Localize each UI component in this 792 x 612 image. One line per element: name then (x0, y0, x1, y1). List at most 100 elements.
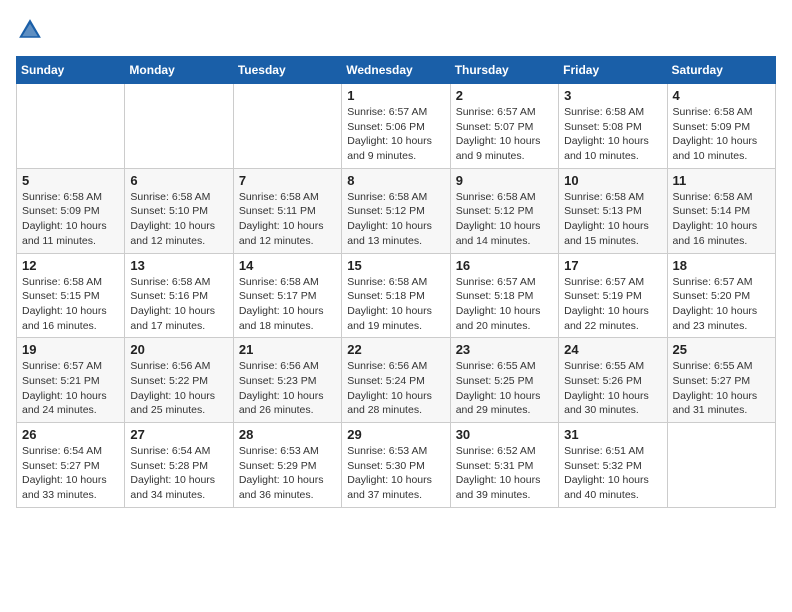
day-info: Sunrise: 6:52 AM Sunset: 5:31 PM Dayligh… (456, 444, 553, 503)
calendar-cell (17, 84, 125, 169)
calendar-cell (125, 84, 233, 169)
calendar-cell (667, 423, 775, 508)
day-number: 30 (456, 427, 553, 442)
calendar-cell: 3 Sunrise: 6:58 AM Sunset: 5:08 PM Daylig… (559, 84, 667, 169)
day-info: Sunrise: 6:58 AM Sunset: 5:12 PM Dayligh… (347, 190, 444, 249)
day-info: Sunrise: 6:58 AM Sunset: 5:10 PM Dayligh… (130, 190, 227, 249)
day-info: Sunrise: 6:57 AM Sunset: 5:18 PM Dayligh… (456, 275, 553, 334)
day-info: Sunrise: 6:57 AM Sunset: 5:19 PM Dayligh… (564, 275, 661, 334)
calendar-week-row: 1Sunrise: 6:57 AM Sunset: 5:06 PM Daylig… (17, 84, 776, 169)
day-number: 4 (673, 88, 770, 103)
calendar-cell: 11 Sunrise: 6:58 AM Sunset: 5:14 PM Dayli… (667, 168, 775, 253)
day-info: Sunrise: 6:58 AM Sunset: 5:08 PM Dayligh… (564, 105, 661, 164)
calendar-cell: 1Sunrise: 6:57 AM Sunset: 5:06 PM Daylig… (342, 84, 450, 169)
day-info: Sunrise: 6:51 AM Sunset: 5:32 PM Dayligh… (564, 444, 661, 503)
day-number: 14 (239, 258, 336, 273)
day-info: Sunrise: 6:58 AM Sunset: 5:09 PM Dayligh… (22, 190, 119, 249)
calendar-cell: 28 Sunrise: 6:53 AM Sunset: 5:29 PM Dayli… (233, 423, 341, 508)
calendar-body: 1Sunrise: 6:57 AM Sunset: 5:06 PM Daylig… (17, 84, 776, 508)
day-number: 31 (564, 427, 661, 442)
calendar-week-row: 5 Sunrise: 6:58 AM Sunset: 5:09 PM Daylig… (17, 168, 776, 253)
calendar-cell: 24Sunrise: 6:55 AM Sunset: 5:26 PM Dayli… (559, 338, 667, 423)
calendar-week-row: 12 Sunrise: 6:58 AM Sunset: 5:15 PM Dayli… (17, 253, 776, 338)
day-number: 6 (130, 173, 227, 188)
day-info: Sunrise: 6:55 AM Sunset: 5:25 PM Dayligh… (456, 359, 553, 418)
day-number: 8 (347, 173, 444, 188)
day-number: 3 (564, 88, 661, 103)
calendar-cell: 26 Sunrise: 6:54 AM Sunset: 5:27 PM Dayli… (17, 423, 125, 508)
weekday-header: Thursday (450, 57, 558, 84)
calendar-cell: 15Sunrise: 6:58 AM Sunset: 5:18 PM Dayli… (342, 253, 450, 338)
calendar-cell: 20 Sunrise: 6:56 AM Sunset: 5:22 PM Dayli… (125, 338, 233, 423)
day-number: 21 (239, 342, 336, 357)
day-number: 5 (22, 173, 119, 188)
calendar-table: SundayMondayTuesdayWednesdayThursdayFrid… (16, 56, 776, 508)
day-number: 15 (347, 258, 444, 273)
calendar-cell: 7 Sunrise: 6:58 AM Sunset: 5:11 PM Daylig… (233, 168, 341, 253)
calendar-week-row: 26 Sunrise: 6:54 AM Sunset: 5:27 PM Dayli… (17, 423, 776, 508)
day-number: 26 (22, 427, 119, 442)
calendar-cell: 16 Sunrise: 6:57 AM Sunset: 5:18 PM Dayli… (450, 253, 558, 338)
day-info: Sunrise: 6:56 AM Sunset: 5:23 PM Dayligh… (239, 359, 336, 418)
day-info: Sunrise: 6:54 AM Sunset: 5:28 PM Dayligh… (130, 444, 227, 503)
calendar-cell: 14 Sunrise: 6:58 AM Sunset: 5:17 PM Dayli… (233, 253, 341, 338)
day-number: 11 (673, 173, 770, 188)
calendar-cell: 10 Sunrise: 6:58 AM Sunset: 5:13 PM Dayli… (559, 168, 667, 253)
calendar-cell: 23 Sunrise: 6:55 AM Sunset: 5:25 PM Dayli… (450, 338, 558, 423)
calendar-cell: 9Sunrise: 6:58 AM Sunset: 5:12 PM Daylig… (450, 168, 558, 253)
day-info: Sunrise: 6:58 AM Sunset: 5:12 PM Dayligh… (456, 190, 553, 249)
day-info: Sunrise: 6:53 AM Sunset: 5:30 PM Dayligh… (347, 444, 444, 503)
weekday-row: SundayMondayTuesdayWednesdayThursdayFrid… (17, 57, 776, 84)
day-info: Sunrise: 6:58 AM Sunset: 5:17 PM Dayligh… (239, 275, 336, 334)
page-header (16, 16, 776, 44)
day-info: Sunrise: 6:58 AM Sunset: 5:09 PM Dayligh… (673, 105, 770, 164)
calendar-cell (233, 84, 341, 169)
day-number: 10 (564, 173, 661, 188)
calendar-cell: 31 Sunrise: 6:51 AM Sunset: 5:32 PM Dayli… (559, 423, 667, 508)
day-number: 19 (22, 342, 119, 357)
day-number: 7 (239, 173, 336, 188)
day-number: 22 (347, 342, 444, 357)
day-info: Sunrise: 6:58 AM Sunset: 5:14 PM Dayligh… (673, 190, 770, 249)
calendar-cell: 2 Sunrise: 6:57 AM Sunset: 5:07 PM Daylig… (450, 84, 558, 169)
calendar-cell: 6 Sunrise: 6:58 AM Sunset: 5:10 PM Daylig… (125, 168, 233, 253)
day-number: 2 (456, 88, 553, 103)
day-number: 23 (456, 342, 553, 357)
calendar-cell: 25Sunrise: 6:55 AM Sunset: 5:27 PM Dayli… (667, 338, 775, 423)
day-info: Sunrise: 6:56 AM Sunset: 5:24 PM Dayligh… (347, 359, 444, 418)
calendar-header: SundayMondayTuesdayWednesdayThursdayFrid… (17, 57, 776, 84)
calendar-cell: 17 Sunrise: 6:57 AM Sunset: 5:19 PM Dayli… (559, 253, 667, 338)
day-info: Sunrise: 6:57 AM Sunset: 5:20 PM Dayligh… (673, 275, 770, 334)
day-number: 27 (130, 427, 227, 442)
day-info: Sunrise: 6:55 AM Sunset: 5:26 PM Dayligh… (564, 359, 661, 418)
weekday-header: Tuesday (233, 57, 341, 84)
calendar-cell: 18Sunrise: 6:57 AM Sunset: 5:20 PM Dayli… (667, 253, 775, 338)
day-info: Sunrise: 6:54 AM Sunset: 5:27 PM Dayligh… (22, 444, 119, 503)
day-info: Sunrise: 6:53 AM Sunset: 5:29 PM Dayligh… (239, 444, 336, 503)
calendar-cell: 5 Sunrise: 6:58 AM Sunset: 5:09 PM Daylig… (17, 168, 125, 253)
calendar-cell: 12 Sunrise: 6:58 AM Sunset: 5:15 PM Dayli… (17, 253, 125, 338)
day-number: 12 (22, 258, 119, 273)
calendar-cell: 22 Sunrise: 6:56 AM Sunset: 5:24 PM Dayli… (342, 338, 450, 423)
day-number: 25 (673, 342, 770, 357)
day-number: 28 (239, 427, 336, 442)
day-number: 29 (347, 427, 444, 442)
calendar-cell: 21 Sunrise: 6:56 AM Sunset: 5:23 PM Dayli… (233, 338, 341, 423)
day-info: Sunrise: 6:58 AM Sunset: 5:16 PM Dayligh… (130, 275, 227, 334)
day-info: Sunrise: 6:58 AM Sunset: 5:13 PM Dayligh… (564, 190, 661, 249)
day-info: Sunrise: 6:57 AM Sunset: 5:06 PM Dayligh… (347, 105, 444, 164)
calendar-cell: 4 Sunrise: 6:58 AM Sunset: 5:09 PM Daylig… (667, 84, 775, 169)
day-number: 20 (130, 342, 227, 357)
day-info: Sunrise: 6:56 AM Sunset: 5:22 PM Dayligh… (130, 359, 227, 418)
day-number: 16 (456, 258, 553, 273)
day-info: Sunrise: 6:58 AM Sunset: 5:15 PM Dayligh… (22, 275, 119, 334)
day-info: Sunrise: 6:58 AM Sunset: 5:11 PM Dayligh… (239, 190, 336, 249)
weekday-header: Sunday (17, 57, 125, 84)
logo (16, 16, 46, 44)
day-info: Sunrise: 6:57 AM Sunset: 5:07 PM Dayligh… (456, 105, 553, 164)
calendar-cell: 27 Sunrise: 6:54 AM Sunset: 5:28 PM Dayli… (125, 423, 233, 508)
weekday-header: Monday (125, 57, 233, 84)
day-number: 17 (564, 258, 661, 273)
calendar-cell: 30 Sunrise: 6:52 AM Sunset: 5:31 PM Dayli… (450, 423, 558, 508)
weekday-header: Friday (559, 57, 667, 84)
